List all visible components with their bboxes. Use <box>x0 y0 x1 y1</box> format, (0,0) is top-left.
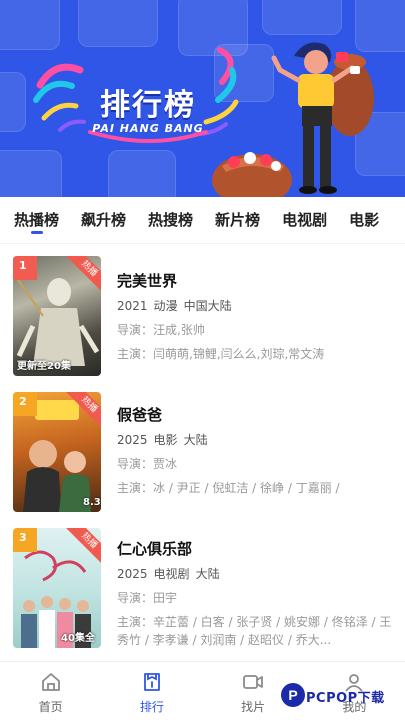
nav-ranking[interactable]: 排行 <box>101 662 202 720</box>
item-cast: 主演：冰 / 尹正 / 倪虹洁 / 徐峥 / 丁嘉丽 / <box>117 481 340 495</box>
svg-text:P: P <box>288 687 297 703</box>
item-director: 导演：田宇 <box>117 591 178 605</box>
tab-new-release[interactable]: 新片榜 <box>215 197 260 243</box>
banner-subtitle: PAI HANG BANG <box>92 122 204 135</box>
item-title[interactable]: 假爸爸 <box>117 404 392 426</box>
poster-image[interactable]: 1 热播 更新至20集 <box>13 256 101 376</box>
ranking-icon <box>143 673 160 691</box>
poster-image[interactable]: 2 热播 8.3 <box>13 392 101 512</box>
item-cast: 主演：辛芷蕾 / 白客 / 张子贤 / 姚安娜 / 佟铭泽 / 王秀竹 / 李孝… <box>117 615 392 647</box>
tab-hot-search[interactable]: 热搜榜 <box>148 197 193 243</box>
watermark: P PCPOP下载 <box>278 682 403 718</box>
item-year: 2025 <box>117 433 148 447</box>
watermark-logo-icon: P <box>281 683 305 707</box>
list-item[interactable]: 3 热播 40集全 仁心俱乐部 2025 电视剧 大陆 导演：田宇 主演：辛芷蕾 /… <box>0 516 405 656</box>
item-director: 导演：贾冰 <box>117 457 178 471</box>
poster-image[interactable]: 3 热播 40集全 <box>13 528 101 648</box>
rank-badge: 2 <box>13 392 37 416</box>
item-meta: 2025 电视剧 大陆 <box>117 565 392 583</box>
item-info: 假爸爸 2025 电影 大陆 导演：贾冰 主演：冰 / 尹正 / 倪虹洁 / 徐峥 … <box>117 404 392 497</box>
tab-tv-series[interactable]: 电视剧 <box>282 197 327 243</box>
ranking-banner: 排行榜 PAI HANG BANG <box>0 0 405 197</box>
item-region: 大陆 <box>195 567 220 581</box>
item-genre: 动漫 <box>153 299 178 313</box>
item-genre: 电影 <box>153 433 178 447</box>
poster-rating: 8.3 <box>83 497 101 508</box>
nav-home-label: 首页 <box>38 700 63 714</box>
item-director: 导演：汪成,张帅 <box>117 323 205 337</box>
item-info: 仁心俱乐部 2025 电视剧 大陆 导演：田宇 主演：辛芷蕾 / 白客 / 张子贤 … <box>117 538 392 649</box>
item-title[interactable]: 完美世界 <box>117 270 392 292</box>
item-title[interactable]: 仁心俱乐部 <box>117 538 392 560</box>
item-year: 2021 <box>117 299 148 313</box>
list-item[interactable]: 2 热播 8.3 假爸爸 2025 电影 大陆 导演：贾冰 主演：冰 / 尹正 / … <box>0 380 405 520</box>
banner-title: 排行榜 <box>100 88 196 123</box>
tab-rising[interactable]: 飙升榜 <box>81 197 126 243</box>
poster-caption: 更新至20集 <box>17 361 71 372</box>
item-genre: 电视剧 <box>153 567 190 581</box>
tab-hot-play[interactable]: 热播榜 <box>14 197 59 243</box>
item-region: 中国大陆 <box>183 299 232 313</box>
item-year: 2025 <box>117 567 148 581</box>
list-item[interactable]: 1 热播 更新至20集 完美世界 2021 动漫 中国大陆 导演：汪成,张帅 主演：… <box>0 244 405 384</box>
item-cast: 主演：闫萌萌,锦鲤,闫么么,刘琮,常文涛 <box>117 347 325 361</box>
home-icon <box>41 673 60 691</box>
nav-ranking-label: 排行 <box>139 700 164 714</box>
rank-badge: 3 <box>13 528 37 552</box>
item-region: 大陆 <box>183 433 208 447</box>
category-tabs: 热播榜 飙升榜 热搜榜 新片榜 电视剧 电影 <box>0 197 405 243</box>
item-meta: 2025 电影 大陆 <box>117 431 392 449</box>
nav-home[interactable]: 首页 <box>0 662 101 720</box>
item-meta: 2021 动漫 中国大陆 <box>117 297 392 315</box>
item-info: 完美世界 2021 动漫 中国大陆 导演：汪成,张帅 主演：闫萌萌,锦鲤,闫么么,刘… <box>117 270 392 363</box>
rank-badge: 1 <box>13 256 37 280</box>
watermark-text: PCPOP下载 <box>306 691 385 706</box>
tab-movie[interactable]: 电影 <box>349 197 379 243</box>
video-icon <box>243 675 264 689</box>
poster-caption: 40集全 <box>61 633 95 644</box>
